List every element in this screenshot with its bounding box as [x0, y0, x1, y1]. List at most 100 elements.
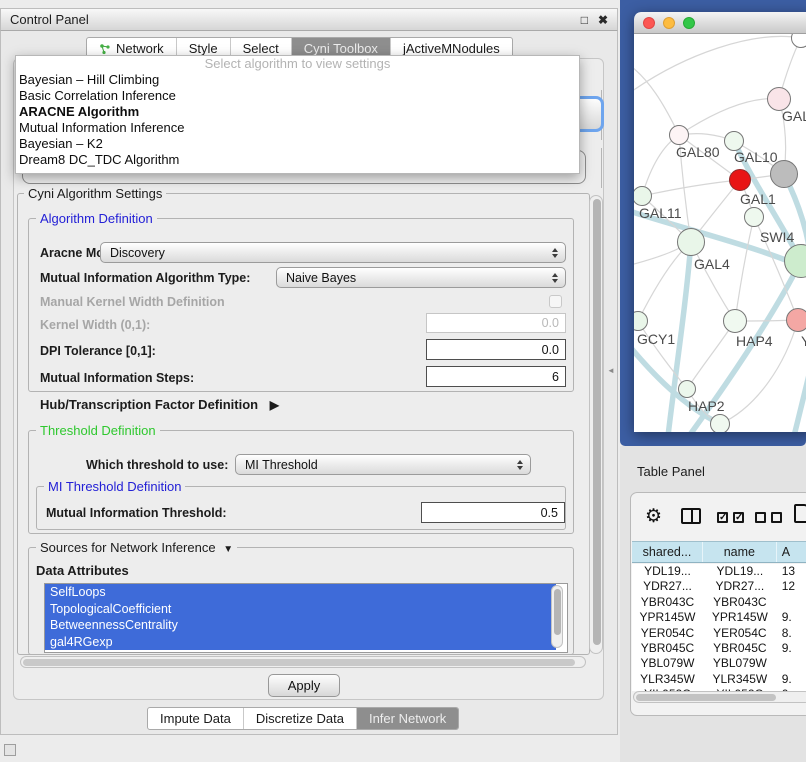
column-header[interactable]: shared...: [632, 542, 703, 562]
dropdown-item[interactable]: Dream8 DC_TDC Algorithm: [16, 152, 579, 168]
network-node-gal80[interactable]: [669, 125, 689, 145]
list-item[interactable]: BetweennessCentrality: [45, 617, 556, 634]
table-row[interactable]: YBL079WYBL079W: [632, 656, 806, 671]
window-grip-icon[interactable]: [4, 744, 16, 756]
node-label: Y: [801, 333, 806, 349]
tab-discretize-data[interactable]: Discretize Data: [244, 708, 357, 729]
node-label: GAL10: [734, 149, 778, 165]
network-node-hap4[interactable]: [723, 309, 747, 333]
table-panel-title: Table Panel: [637, 464, 705, 479]
list-vertical-scrollbar[interactable]: [551, 585, 563, 648]
dropdown-item[interactable]: Bayesian – Hill Climbing: [16, 72, 579, 88]
dpi-tolerance-field[interactable]: 0.0: [426, 339, 566, 360]
mi-type-combo[interactable]: Naive Bayes: [276, 267, 566, 288]
node-label: GAL4: [694, 256, 730, 272]
gear-icon[interactable]: ⚙: [645, 505, 662, 528]
manual-kernel-label: Manual Kernel Width Definition: [40, 295, 225, 309]
settings-horizontal-scrollbar[interactable]: [20, 656, 586, 668]
which-threshold-combo[interactable]: MI Threshold: [235, 454, 531, 475]
data-attributes-list: SelfLoops TopologicalCoefficient Between…: [44, 583, 568, 653]
aracne-mode-value: Discovery: [110, 246, 165, 260]
network-canvas[interactable]: GAL GAL80 GAL10 GAL1 GAL11 SWI4 GAL4 GCY…: [634, 34, 806, 432]
table-row[interactable]: YLR345WYLR345W9.: [632, 672, 806, 687]
spinner-icon: [517, 460, 523, 470]
tab-infer-network[interactable]: Infer Network: [357, 708, 458, 729]
tab-impute-data[interactable]: Impute Data: [148, 708, 244, 729]
table-row[interactable]: YPR145WYPR145W9.: [632, 610, 806, 625]
column-header[interactable]: name: [703, 542, 777, 562]
settings-vertical-scrollbar[interactable]: [589, 195, 603, 654]
network-window: GAL GAL80 GAL10 GAL1 GAL11 SWI4 GAL4 GCY…: [634, 12, 806, 432]
float-window-icon[interactable]: □: [581, 13, 588, 27]
node-label: HAP2: [688, 398, 725, 414]
network-node-hap2[interactable]: [678, 380, 696, 398]
close-window-icon[interactable]: ✖: [598, 13, 608, 27]
dropdown-item[interactable]: Mutual Information Inference: [16, 120, 579, 136]
network-window-titlebar: [634, 12, 806, 34]
network-node-gal10[interactable]: [724, 131, 744, 151]
hub-section-toggle[interactable]: Hub/Transcription Factor Definition ▶: [40, 397, 279, 412]
network-node[interactable]: [710, 414, 730, 432]
column-header[interactable]: A: [777, 542, 806, 562]
table-row[interactable]: YER054CYER054C8.: [632, 626, 806, 641]
apply-button[interactable]: Apply: [268, 674, 340, 697]
list-item[interactable]: TopologicalCoefficient: [45, 601, 556, 618]
network-node-gal1[interactable]: [729, 169, 751, 191]
node-label: SWI4: [760, 229, 794, 245]
mi-threshold-group-title: MI Threshold Definition: [44, 479, 185, 494]
table-row[interactable]: YBR045CYBR045C9.: [632, 641, 806, 656]
checked-checkbox-icon[interactable]: ✓: [717, 512, 728, 523]
network-node-swi4-small[interactable]: [744, 207, 764, 227]
algorithm-dropdown-popup: Select algorithm to view settings Bayesi…: [15, 55, 580, 174]
threshold-definition-title: Threshold Definition: [36, 423, 160, 438]
unchecked-checkbox-icon[interactable]: [771, 512, 782, 523]
table-row[interactable]: YDL19...YDL19...13: [632, 564, 806, 579]
data-attributes-label: Data Attributes: [36, 563, 129, 578]
network-icon: [99, 43, 111, 55]
screen: Control Panel □ ✖ Network Style Select C…: [0, 0, 806, 762]
collapsed-arrow-icon: ▶: [270, 398, 279, 412]
dropdown-prompt: Select algorithm to view settings: [16, 56, 579, 72]
dropdown-item[interactable]: Basic Correlation Inference: [16, 88, 579, 104]
settings-group-title: Cyni Algorithm Settings: [24, 186, 166, 201]
document-icon[interactable]: [794, 504, 806, 523]
manual-kernel-checkbox[interactable]: [549, 295, 562, 308]
mi-threshold-field[interactable]: 0.5: [421, 502, 565, 523]
spinner-icon: [552, 248, 558, 258]
zoom-traffic-light[interactable]: [683, 17, 695, 29]
minimize-traffic-light[interactable]: [663, 17, 675, 29]
obscured-groupbox-edge: [601, 148, 602, 188]
list-item[interactable]: gal4RGexp: [45, 634, 556, 651]
columns-icon[interactable]: [681, 508, 701, 524]
bottom-tabbar: Impute Data Discretize Data Infer Networ…: [147, 707, 459, 730]
which-threshold-label: Which threshold to use:: [86, 458, 228, 472]
table-body: YDL19...YDL19...13 YDR27...YDR27...12 YB…: [632, 564, 806, 691]
control-panel-title: Control Panel: [10, 12, 571, 27]
dropdown-item[interactable]: Bayesian – K2: [16, 136, 579, 152]
kernel-width-label: Kernel Width (0,1):: [40, 318, 150, 332]
sources-group-title[interactable]: Sources for Network Inference ▼: [36, 540, 237, 555]
network-node-gal4[interactable]: [677, 228, 705, 256]
unchecked-checkbox-icon[interactable]: [755, 512, 766, 523]
dpi-tolerance-label: DPI Tolerance [0,1]:: [40, 344, 156, 358]
mi-threshold-label: Mutual Information Threshold:: [46, 506, 227, 520]
aracne-mode-combo[interactable]: Discovery: [100, 242, 566, 263]
checked-checkbox-icon[interactable]: ✓: [733, 512, 744, 523]
close-traffic-light[interactable]: [643, 17, 655, 29]
splitter-arrow-icon[interactable]: ◄: [607, 366, 615, 375]
expanded-arrow-icon: ▼: [223, 544, 233, 555]
table-row[interactable]: YDR27...YDR27...12: [632, 579, 806, 594]
mi-steps-field[interactable]: 6: [426, 366, 566, 387]
mi-steps-label: Mutual Information Steps:: [40, 371, 194, 385]
dropdown-item-highlighted[interactable]: ARACNE Algorithm: [16, 104, 579, 120]
mi-type-label: Mutual Information Algorithm Type:: [40, 271, 250, 285]
node-label: GAL11: [639, 205, 682, 221]
which-threshold-value: MI Threshold: [245, 458, 318, 472]
table-horizontal-scrollbar[interactable]: [633, 691, 806, 703]
node-label: GAL1: [740, 191, 776, 207]
node-label: GAL: [782, 108, 806, 124]
table-row[interactable]: YBR043CYBR043C: [632, 595, 806, 610]
network-node-pink[interactable]: [786, 308, 806, 332]
list-item[interactable]: SelfLoops: [45, 584, 556, 601]
kernel-width-field[interactable]: 0.0: [426, 313, 566, 333]
